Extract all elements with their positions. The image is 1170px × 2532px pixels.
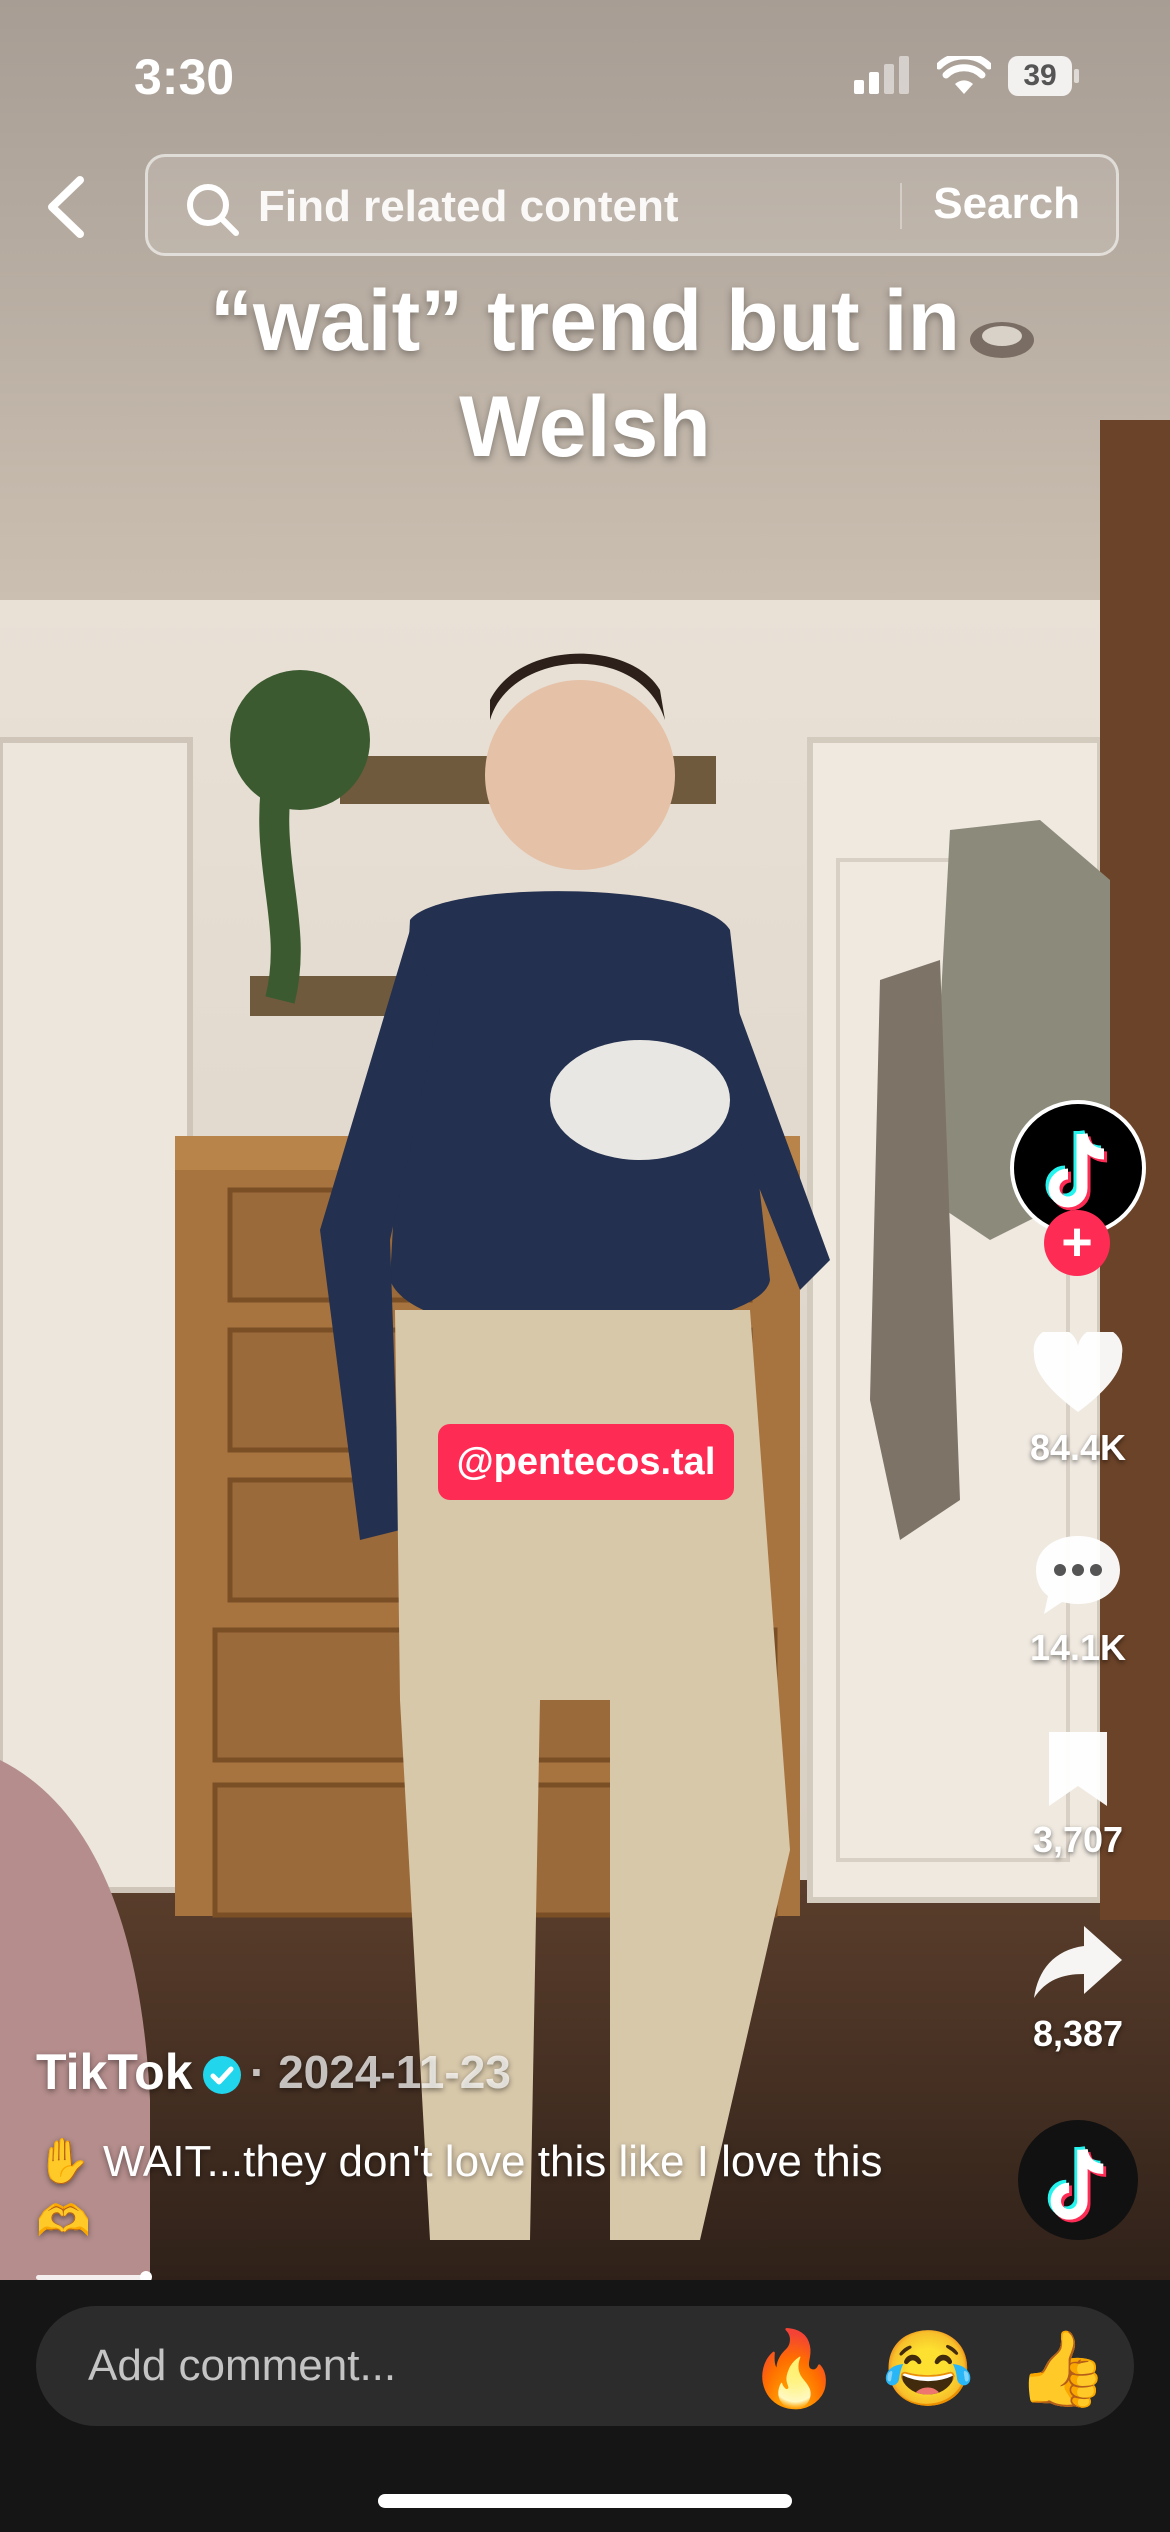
comment-box[interactable]: 🔥 😂 👍 [36,2306,1134,2426]
search-button[interactable]: Search [933,179,1080,229]
post-date: · 2024-11-23 [250,2046,511,2098]
status-time: 3:30 [134,49,235,105]
share-button[interactable]: 8,387 [1010,1922,1146,2055]
bookmark-icon [1049,1732,1107,1806]
save-count: 3,707 [1032,1819,1124,1860]
cellular-signal-icon [854,56,909,94]
author-name[interactable]: TikTok [36,2043,193,2101]
search-icon [187,184,239,236]
share-count: 8,387 [1032,2013,1124,2054]
mention-sticker[interactable]: @pentecos.tal [438,1424,734,1500]
search-input[interactable] [258,181,898,233]
verified-icon [203,2056,241,2094]
search-bar[interactable]: Search [145,154,1119,256]
comment-button[interactable]: 14.1K [1010,1532,1146,1669]
follow-button[interactable]: + [1044,1210,1110,1276]
heart-icon [1033,1327,1123,1412]
video-text-overlay: “wait” trend but in Welsh [209,273,961,475]
tiktok-video-screen: 3:30 39 Search “wait” trend but in Welsh… [0,0,1170,2532]
comment-input[interactable] [88,2338,688,2394]
battery-icon: 39 [1008,56,1080,96]
fire-emoji-button[interactable]: 🔥 [748,2324,840,2414]
battery-level: 39 [1023,59,1057,92]
like-button[interactable]: 84.4K [1010,1327,1146,1469]
laugh-emoji-button[interactable]: 😂 [882,2324,974,2414]
search-divider [900,183,902,229]
share-icon [1034,1926,1122,1998]
comment-icon [1036,1536,1120,1614]
back-icon[interactable] [36,172,96,242]
save-button[interactable]: 3,707 [1010,1728,1146,1861]
music-disc[interactable] [1018,2120,1138,2240]
home-indicator[interactable] [378,2494,792,2508]
post-caption[interactable]: ✋ WAIT...they don't love this like I lov… [36,2132,936,2252]
thumbs-up-emoji-button[interactable]: 👍 [1016,2324,1108,2414]
comment-count: 14.1K [1029,1627,1127,1668]
tiktok-logo-icon [1047,2145,1107,2223]
wifi-icon [937,56,991,94]
like-count: 84.4K [1029,1427,1127,1468]
